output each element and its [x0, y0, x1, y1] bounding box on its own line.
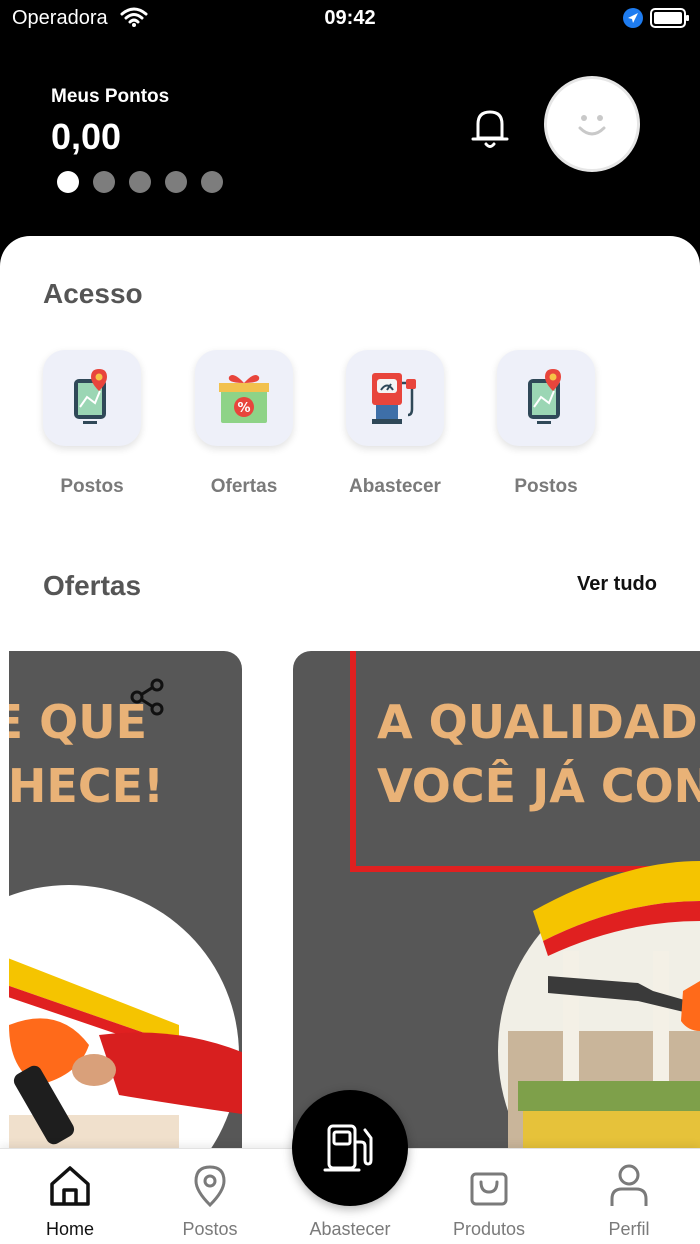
section-title-acesso: Acesso: [43, 278, 143, 309]
notifications-bell-icon[interactable]: [468, 104, 512, 157]
nav-label: Home: [45, 1219, 94, 1239]
quick-access-label: Ofertas: [210, 476, 278, 497]
quick-access-tile[interactable]: %: [195, 350, 293, 446]
nav-produtos[interactable]: Produtos: [429, 1161, 549, 1240]
map-pin-tablet-icon: [74, 369, 107, 424]
fuel-pump-icon: [323, 1124, 373, 1172]
points-label: Meus Pontos: [51, 86, 170, 107]
nav-label: Produtos: [452, 1219, 526, 1239]
quick-access-tile[interactable]: [43, 350, 141, 446]
section-title-ofertas: Ofertas: [43, 570, 142, 601]
offer-banner[interactable]: E QUE HECE!: [9, 651, 242, 1171]
home-icon: [50, 1166, 90, 1206]
gift-percent-icon: %: [219, 375, 269, 423]
see-all-link[interactable]: Ver tudo: [577, 573, 657, 596]
carousel-dot[interactable]: [129, 171, 151, 193]
banner-headline-2: HECE!: [9, 759, 164, 813]
user-icon: [610, 1164, 648, 1206]
avatar[interactable]: [544, 76, 640, 172]
carousel-dot[interactable]: [57, 171, 79, 193]
map-pin-icon: [194, 1165, 226, 1208]
quick-access-abastecer[interactable]: Abastecer: [340, 350, 450, 498]
nav-label: Abastecer: [309, 1219, 391, 1239]
quick-access-postos-2[interactable]: Postos: [491, 350, 601, 498]
carousel-dots: [57, 171, 223, 193]
quick-access-postos[interactable]: Postos: [37, 350, 147, 498]
quick-access-label: Postos: [514, 476, 578, 497]
map-pin-tablet-icon: [528, 369, 561, 424]
nav-home[interactable]: Home: [10, 1161, 130, 1240]
carousel-dot[interactable]: [201, 171, 223, 193]
quick-access-tile[interactable]: [346, 350, 444, 446]
share-icon[interactable]: [127, 677, 167, 722]
nav-postos[interactable]: Postos: [150, 1161, 270, 1240]
quick-access-tile[interactable]: [497, 350, 595, 446]
clock: 09:42: [324, 7, 376, 29]
header: Meus Pontos 0,00: [0, 38, 700, 248]
quick-access-label: Postos: [60, 476, 124, 497]
location-arrow-icon: [622, 7, 644, 34]
carousel-dot[interactable]: [93, 171, 115, 193]
quick-access-label: Abastecer: [349, 476, 441, 497]
banner-headline-2: VOCÊ JÁ CON: [377, 759, 700, 813]
carousel-dot[interactable]: [165, 171, 187, 193]
nav-perfil[interactable]: Perfil: [569, 1161, 689, 1240]
shopping-bag-icon: [470, 1172, 508, 1206]
fuel-pump-icon: [372, 373, 416, 424]
nav-label: Perfil: [608, 1219, 650, 1239]
smiley-icon: [578, 115, 606, 136]
banner-photo: [9, 885, 242, 1171]
svg-text:%: %: [237, 401, 250, 416]
battery-icon: [650, 8, 690, 33]
points-value: 0,00: [51, 116, 122, 157]
banner-headline-1: A QUALIDADE: [377, 695, 700, 749]
refuel-fab-button[interactable]: [292, 1090, 408, 1206]
nav-label: Postos: [182, 1219, 238, 1239]
status-bar: Operadora 09:42: [0, 0, 700, 38]
quick-access-ofertas[interactable]: % Ofertas: [189, 350, 299, 498]
